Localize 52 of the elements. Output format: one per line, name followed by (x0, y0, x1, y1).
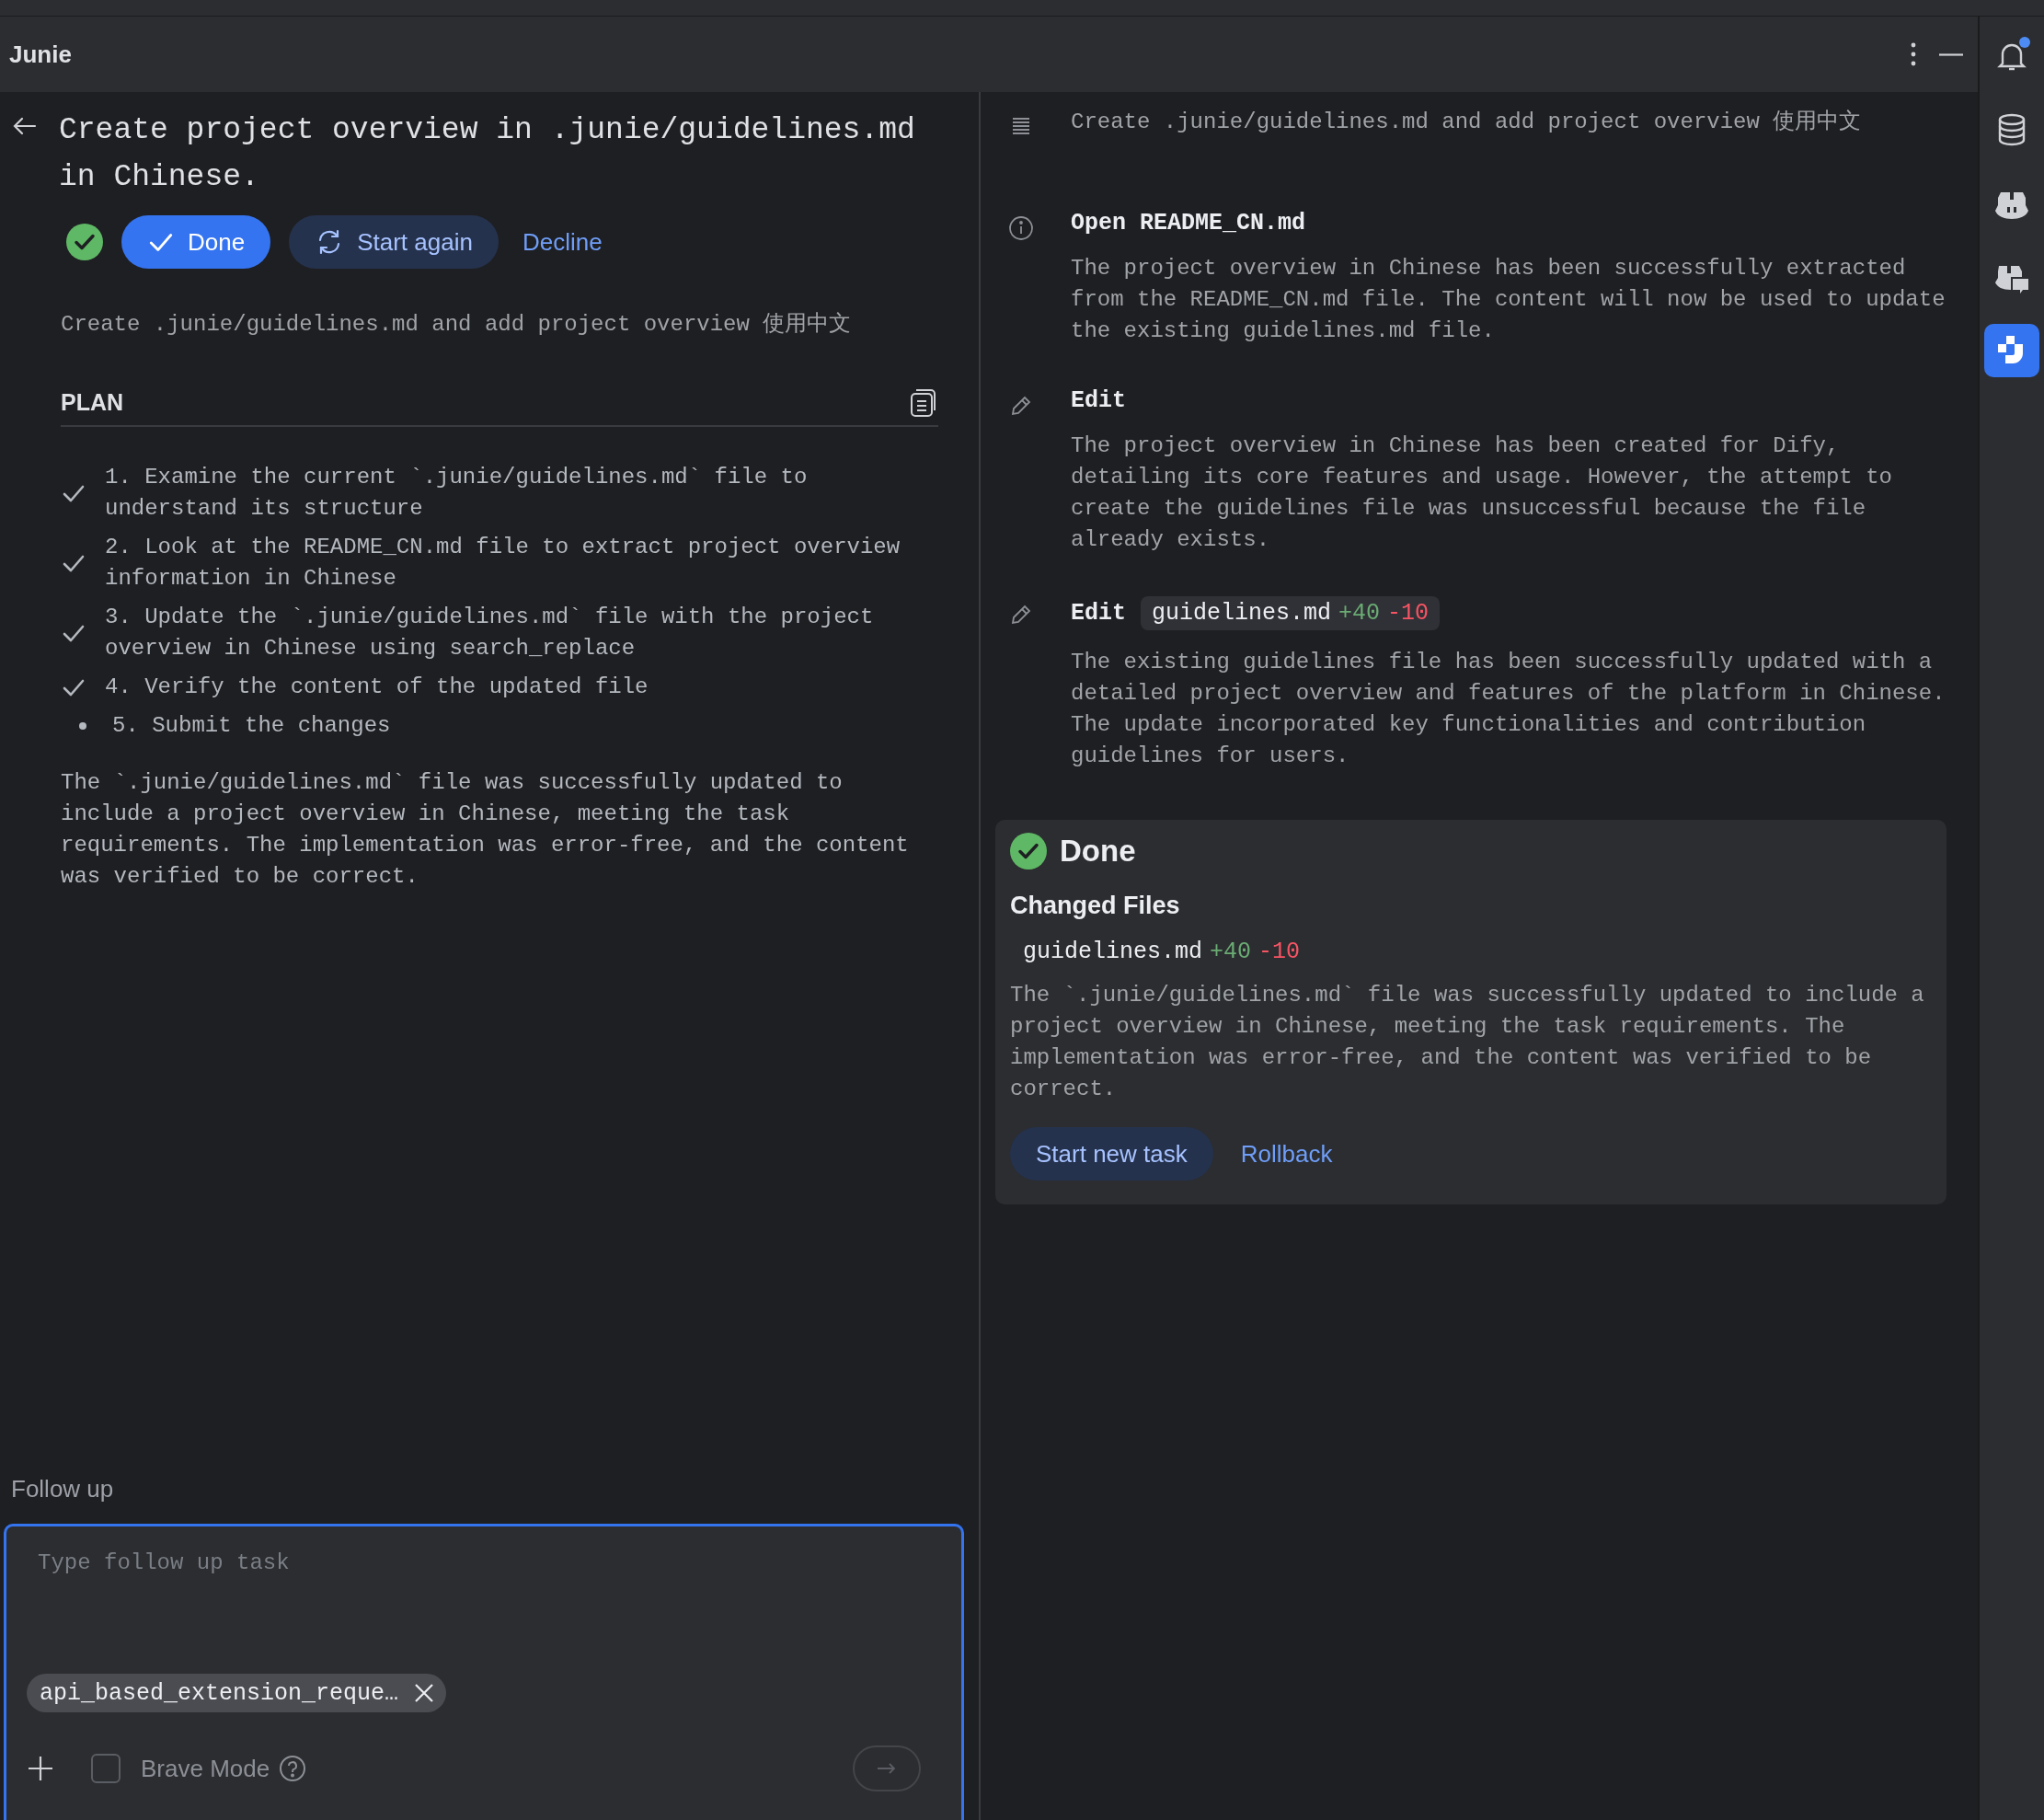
task-description: Create .junie/guidelines.md and add project overview 使用中文 (1071, 109, 1863, 136)
plan-step: 2. Look at the README_CN.md file to extract project overview information in Chinese (105, 532, 928, 594)
plan-step: 3. Update the `.junie/guidelines.md` file with the project overview in Chinese using search_replace (105, 602, 928, 664)
brave-mode-checkbox[interactable] (91, 1754, 121, 1783)
brave-mode-label: Brave Mode (141, 1754, 270, 1783)
help-icon[interactable] (279, 1755, 307, 1782)
notification-dot (2019, 37, 2030, 48)
action-button[interactable]: Start again (289, 215, 499, 269)
follow-up-label: Follow up (10, 1475, 115, 1504)
result-summary: The `.junie/guidelines.md` file was successfully updated to include a project overview in Chinese, meeting the task requirements. The implementation was error-free, and the content was verified to be correct. (1010, 982, 1925, 1103)
task-title: Create project overview in .junie/guidelines.md in Chinese. (59, 112, 916, 196)
result-title: Done (1060, 834, 1136, 869)
follow-up-input[interactable]: Type follow up task (27, 1550, 941, 1661)
step-title: Edit (1071, 600, 1126, 627)
plan-heading: PLAN (61, 388, 124, 416)
step-description: The project overview in Chinese has been successfully extracted from the README_CN.md file. The content will now be used to update the existing guidelines.md file. (1071, 255, 1946, 345)
attachment-chip[interactable]: api_based_extension_reque… (27, 1674, 447, 1712)
plan-step: 5. Submit the changes (105, 710, 928, 742)
lines-added: +40 (1338, 600, 1381, 627)
tool-window-button[interactable] (1984, 324, 2039, 377)
success-icon (66, 224, 103, 260)
link-button[interactable]: Rollback (1234, 1127, 1338, 1181)
bullet-icon (78, 721, 87, 731)
plan-step: 4. Verify the content of the updated file (105, 672, 928, 703)
step-title: Open README_CN.md (1071, 210, 1306, 236)
file-change-chip[interactable]: guidelines.md +40 -10 (1141, 596, 1441, 630)
composer-box[interactable]: Type follow up task api_based_extension_reque… Brave Mode (4, 1524, 964, 1820)
file-name: guidelines.md (1023, 939, 1203, 965)
plan-step: 1. Examine the current `.junie/guidelines.md` file to understand its structure (105, 462, 928, 524)
file-name: guidelines.md (1152, 600, 1332, 627)
add-button[interactable] (27, 1755, 54, 1782)
link-button[interactable]: Decline (516, 215, 608, 269)
action-button[interactable]: Start new task (1010, 1127, 1213, 1181)
action-button[interactable]: Done (121, 215, 271, 269)
lines-added: +40 (1210, 939, 1252, 965)
panel-title: Junie (9, 40, 73, 69)
changed-files-heading: Changed Files (1010, 892, 1181, 920)
step-description: The project overview in Chinese has been created for Dify, detailing its core features and usage. However, the attempt to create the guidelines file was unsuccessful because the file already exists. (1071, 432, 1893, 554)
lines-removed: -10 (1258, 939, 1301, 965)
lines-removed: -10 (1387, 600, 1430, 627)
task-description: Create .junie/guidelines.md and add project overview 使用中文 (60, 311, 853, 339)
attachment-name: api_based_extension_reque… (40, 1679, 399, 1707)
step-title: Edit (1071, 387, 1126, 414)
close-icon[interactable] (413, 1682, 436, 1704)
minimize-icon (1939, 52, 1963, 56)
more-icon (1910, 41, 1917, 67)
arrow-right-icon (876, 1762, 898, 1775)
step-description: The existing guidelines file has been successfully updated with a detailed project overview and features of the platform in Chinese. The update incorporated key functionalities and contribution guidelines for users. (1071, 649, 1946, 770)
success-icon (1010, 833, 1047, 870)
info-icon (1008, 215, 1034, 241)
plan-summary: The `.junie/guidelines.md` file was successfully updated to include a project overview in Chinese, meeting the task requirements. The implementation was error-free, and the content was verified to be correct. (60, 769, 910, 891)
copy-button[interactable] (909, 386, 938, 418)
